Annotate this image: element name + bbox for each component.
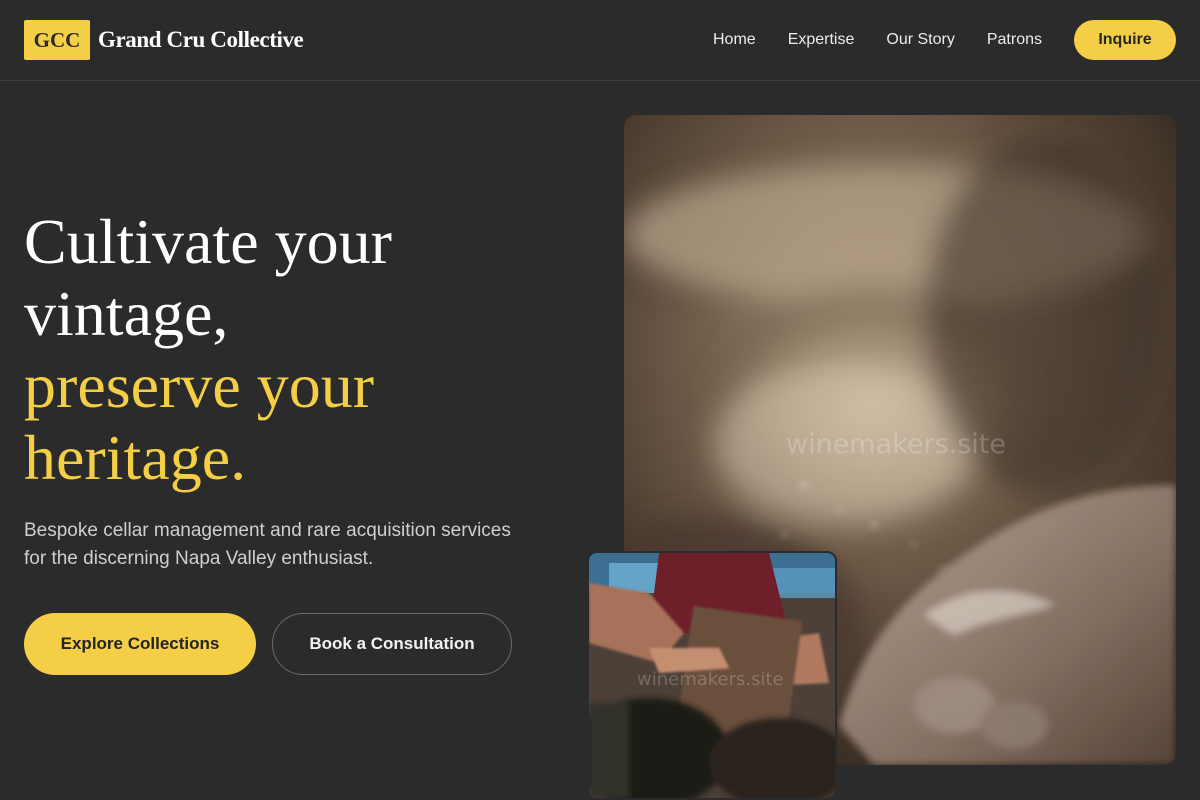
site-header: GCC Grand Cru Collective Home Expertise … (0, 0, 1200, 81)
headline-line-1: Cultivate your (24, 206, 392, 277)
nav-link-patrons[interactable]: Patrons (987, 31, 1042, 49)
hero-headline: Cultivate your vintage, preserve your he… (24, 206, 584, 494)
hero-subtext: Bespoke cellar management and rare acqui… (24, 520, 511, 569)
nav-link-expertise[interactable]: Expertise (788, 31, 855, 49)
nav-link-our-story[interactable]: Our Story (886, 31, 954, 49)
explore-collections-button[interactable]: Explore Collections (24, 613, 256, 675)
nav-link-home[interactable]: Home (713, 31, 756, 49)
brand-logo-link[interactable]: GCC Grand Cru Collective (24, 20, 304, 60)
inquire-button[interactable]: Inquire (1074, 20, 1176, 60)
brand-name: Grand Cru Collective (98, 27, 304, 52)
main-nav: Home Expertise Our Story Patrons Inquire (713, 20, 1176, 60)
book-consultation-button[interactable]: Book a Consultation (272, 613, 512, 675)
small-photo-watermark: winemakers.site (637, 669, 784, 690)
headline-line-3: preserve your (24, 350, 375, 421)
hero-secondary-photo: winemakers.site (587, 551, 837, 800)
headline-line-2: vintage, (24, 278, 229, 349)
main-photo-watermark: winemakers.site (786, 429, 1006, 460)
headline-line-4: heritage. (24, 422, 247, 493)
logo-badge: GCC (24, 20, 90, 60)
